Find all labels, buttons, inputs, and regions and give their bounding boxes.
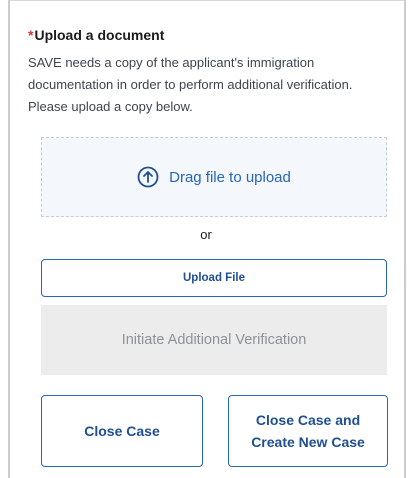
dropzone-label: Drag file to upload (169, 168, 291, 186)
upload-file-button[interactable]: Upload File (41, 259, 387, 297)
close-case-button[interactable]: Close Case (41, 395, 203, 467)
or-separator: or (200, 227, 212, 242)
initiate-additional-verification-button[interactable]: Initiate Additional Verification (41, 305, 387, 375)
file-dropzone[interactable]: Drag file to upload (41, 137, 387, 217)
section-title-text: Upload a document (34, 27, 165, 43)
section-description: SAVE needs a copy of the applicant's imm… (28, 55, 353, 114)
required-marker: * (28, 27, 34, 43)
close-case-and-create-new-case-button[interactable]: Close Case and Create New Case (228, 395, 388, 467)
panel-top-border (8, 0, 406, 1)
dropzone-content: Drag file to upload (137, 166, 291, 188)
section-title: *Upload a document (28, 27, 164, 43)
upload-document-panel: *Upload a document SAVE needs a copy of … (0, 0, 412, 478)
upload-arrow-icon (137, 166, 159, 188)
